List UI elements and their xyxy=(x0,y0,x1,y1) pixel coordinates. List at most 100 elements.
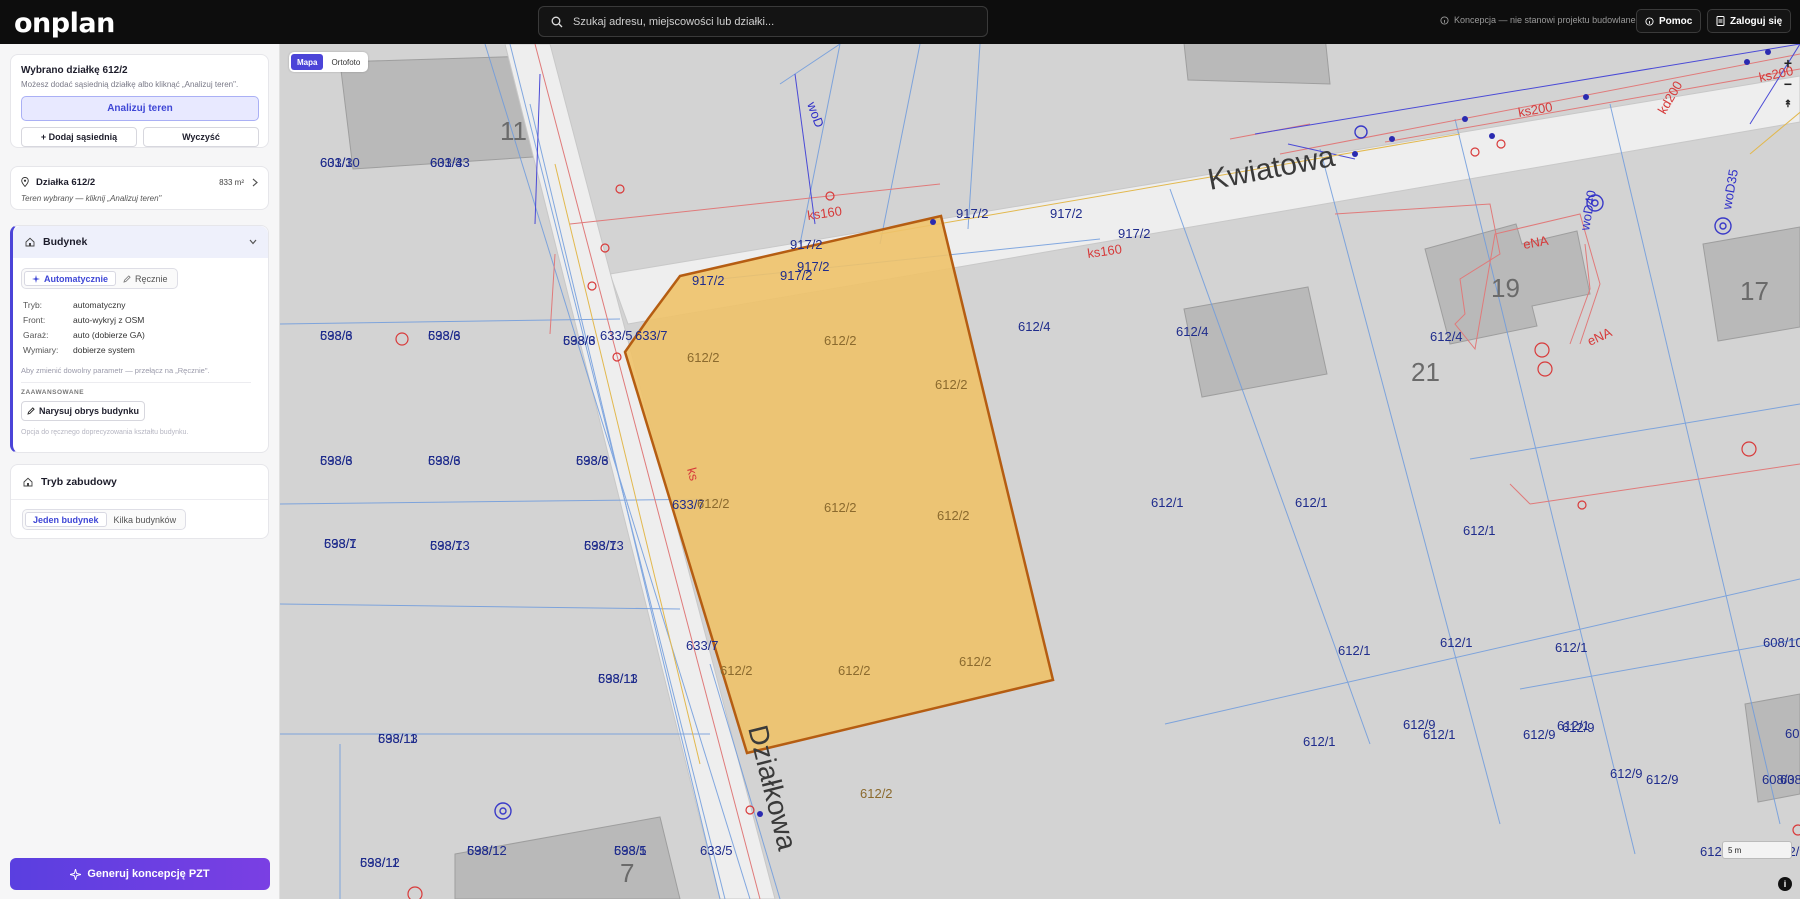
parcel-label: 598/1 xyxy=(614,843,647,858)
search-input[interactable] xyxy=(573,15,973,28)
row-key: Garaż: xyxy=(23,330,49,340)
info-icon xyxy=(1440,15,1449,25)
row-key: Front: xyxy=(23,315,46,325)
parcel-area: 833 m² xyxy=(219,178,244,187)
building-row-mode: Tryb: automatyczny xyxy=(23,300,125,310)
selected-parcel-label: 612/2 xyxy=(935,377,968,392)
parcel-label: 612/1 xyxy=(1555,640,1588,655)
selected-parcel-label: 612/2 xyxy=(860,786,893,801)
parcel-label: 608/10 xyxy=(1763,635,1800,650)
selected-parcel-label: 612/2 xyxy=(824,500,857,515)
single-building-tab[interactable]: Jeden budynek xyxy=(25,512,107,527)
parcel-label: 633/7 xyxy=(686,638,719,653)
mode-auto-tab[interactable]: Automatycznie xyxy=(24,271,117,286)
compass-button[interactable]: ↟ xyxy=(1784,94,1792,115)
selected-parcel-label: 612/2 xyxy=(697,496,730,511)
house-icon xyxy=(25,237,35,247)
zoom-in-button[interactable]: + xyxy=(1784,52,1792,73)
search-bar[interactable] xyxy=(538,6,988,37)
parcel-label: 633/7 xyxy=(635,328,668,343)
divider xyxy=(11,499,268,500)
building-row-front: Front: auto-wykryj z OSM xyxy=(23,315,144,325)
parcel-label: 633/5 xyxy=(700,843,733,858)
row-value: auto (dobierze GA) xyxy=(73,330,145,340)
chevron-right-icon xyxy=(252,178,258,187)
mode-manual-tab[interactable]: Ręcznie xyxy=(116,271,175,286)
building-card: Budynek Automatycznie Ręcznie Tryb: autom… xyxy=(10,225,269,453)
parcel-label: 598/6 xyxy=(563,333,596,348)
parcel-label: 612/9 xyxy=(1403,717,1436,732)
scale-bar: 5 m xyxy=(1722,841,1792,859)
map-view[interactable]: 633/3 633/3 633/3 633/3 633/3 633/3 633/3 633/3… xyxy=(280,44,1800,899)
parcel-label: 598/6 xyxy=(428,453,461,468)
building-number: 19 xyxy=(1491,273,1520,303)
building-footprint xyxy=(454,816,681,899)
house-icon xyxy=(23,477,33,487)
parcel-label: 612/1 xyxy=(1151,495,1184,510)
help-icon xyxy=(1645,16,1654,26)
parcel-label: 917/2 xyxy=(692,273,725,288)
app-logo[interactable]: onplan xyxy=(14,8,115,39)
parcel-label: 598/6 xyxy=(428,328,461,343)
generate-pzt-button[interactable]: Generuj koncepcję PZT xyxy=(10,858,270,890)
help-button[interactable]: Pomoc xyxy=(1636,9,1702,33)
parcel-card[interactable]: Działka 612/2 833 m² Teren wybrany — kli… xyxy=(10,166,269,210)
selected-parcel-label: 612/2 xyxy=(824,333,857,348)
parcel-label: 598/7 xyxy=(430,538,463,553)
parcel-label: 612/4 xyxy=(1176,324,1209,339)
draw-hint: Opcja do ręcznego doprecyzowania kształt… xyxy=(21,429,189,436)
building-hint: Aby zmienić dowolny parametr — przełącz … xyxy=(21,366,210,375)
parcel-label: 601/10 xyxy=(320,155,360,170)
advanced-label: ZAAWANSOWANE xyxy=(21,389,85,396)
selected-parcel-label: 612/2 xyxy=(959,654,992,669)
parcel-label: 633/5 xyxy=(600,328,633,343)
concept-note: Koncepcja — nie stanowi projektu budowla… xyxy=(1440,15,1646,25)
parcel-label: 612/9 xyxy=(1562,720,1595,735)
parcel-status: Teren wybrany — kliknij „Analizuj teren" xyxy=(21,194,162,203)
sparkle-icon xyxy=(70,868,82,880)
zoom-out-button[interactable]: − xyxy=(1784,73,1792,94)
draw-outline-button[interactable]: Narysuj obrys budynku xyxy=(21,401,145,421)
map-canvas[interactable]: 633/3 633/3633/3 633/3 633/3633/3 633/3 633/3… xyxy=(280,44,1800,899)
building-row-dimensions: Wymiary: dobierze system xyxy=(23,345,135,355)
building-number: 11 xyxy=(500,116,527,146)
selection-card: Wybrano działkę 612/2 Możesz dodać sąsie… xyxy=(10,54,269,148)
login-button[interactable]: Zaloguj się xyxy=(1707,9,1792,33)
parcel-label: 917/2 xyxy=(780,268,813,283)
map-tab[interactable]: Mapa xyxy=(291,54,324,70)
parcel-label: 601/42 xyxy=(1785,726,1800,741)
analyze-button[interactable]: Analizuj teren xyxy=(21,96,259,121)
selected-parcel-label: 612/2 xyxy=(687,350,720,365)
utility-label: eNA xyxy=(1585,324,1615,348)
utility-label: ks160 xyxy=(806,203,842,223)
parcel-label: 612/4 xyxy=(1018,319,1051,334)
utility-label: ks200 xyxy=(1517,99,1554,120)
parcel-label: 612/9 xyxy=(1523,727,1556,742)
building-number: 7 xyxy=(620,858,634,888)
ortho-tab[interactable]: Ortofoto xyxy=(325,54,366,70)
pencil-icon xyxy=(27,407,35,415)
parcel-label: 598/7 xyxy=(584,538,617,553)
selection-title: Wybrano działkę 612/2 xyxy=(21,65,128,76)
build-mode-toggle: Jeden budynek Kilka budynków xyxy=(22,509,187,530)
zoom-controls: + − ↟ xyxy=(1776,52,1800,115)
sidebar: Wybrano działkę 612/2 Możesz dodać sąsie… xyxy=(0,44,280,899)
parcel-label: 601/43 xyxy=(430,155,470,170)
chevron-down-icon[interactable] xyxy=(249,239,257,245)
parcel-label: 917/2 xyxy=(790,237,823,252)
parcel-label: 612/4 xyxy=(1430,329,1463,344)
draw-outline-label: Narysuj obrys budynku xyxy=(38,406,140,416)
parcel-label: 598/6 xyxy=(320,453,353,468)
multiple-buildings-tab[interactable]: Kilka budynków xyxy=(107,512,184,527)
map-info-icon[interactable]: i xyxy=(1778,877,1792,891)
building-number: 17 xyxy=(1740,276,1769,306)
pencil-icon xyxy=(123,274,131,283)
parcel-label: 612/1 xyxy=(1338,643,1371,658)
parcel-label: 612/1 xyxy=(1295,495,1328,510)
clear-button[interactable]: Wyczyść xyxy=(143,127,259,147)
location-pin-icon xyxy=(21,177,29,187)
row-value: automatyczny xyxy=(73,300,126,310)
add-neighbor-button[interactable]: + Dodaj sąsiednią xyxy=(21,127,137,147)
document-icon xyxy=(1716,16,1725,26)
building-footprint xyxy=(1183,44,1331,85)
